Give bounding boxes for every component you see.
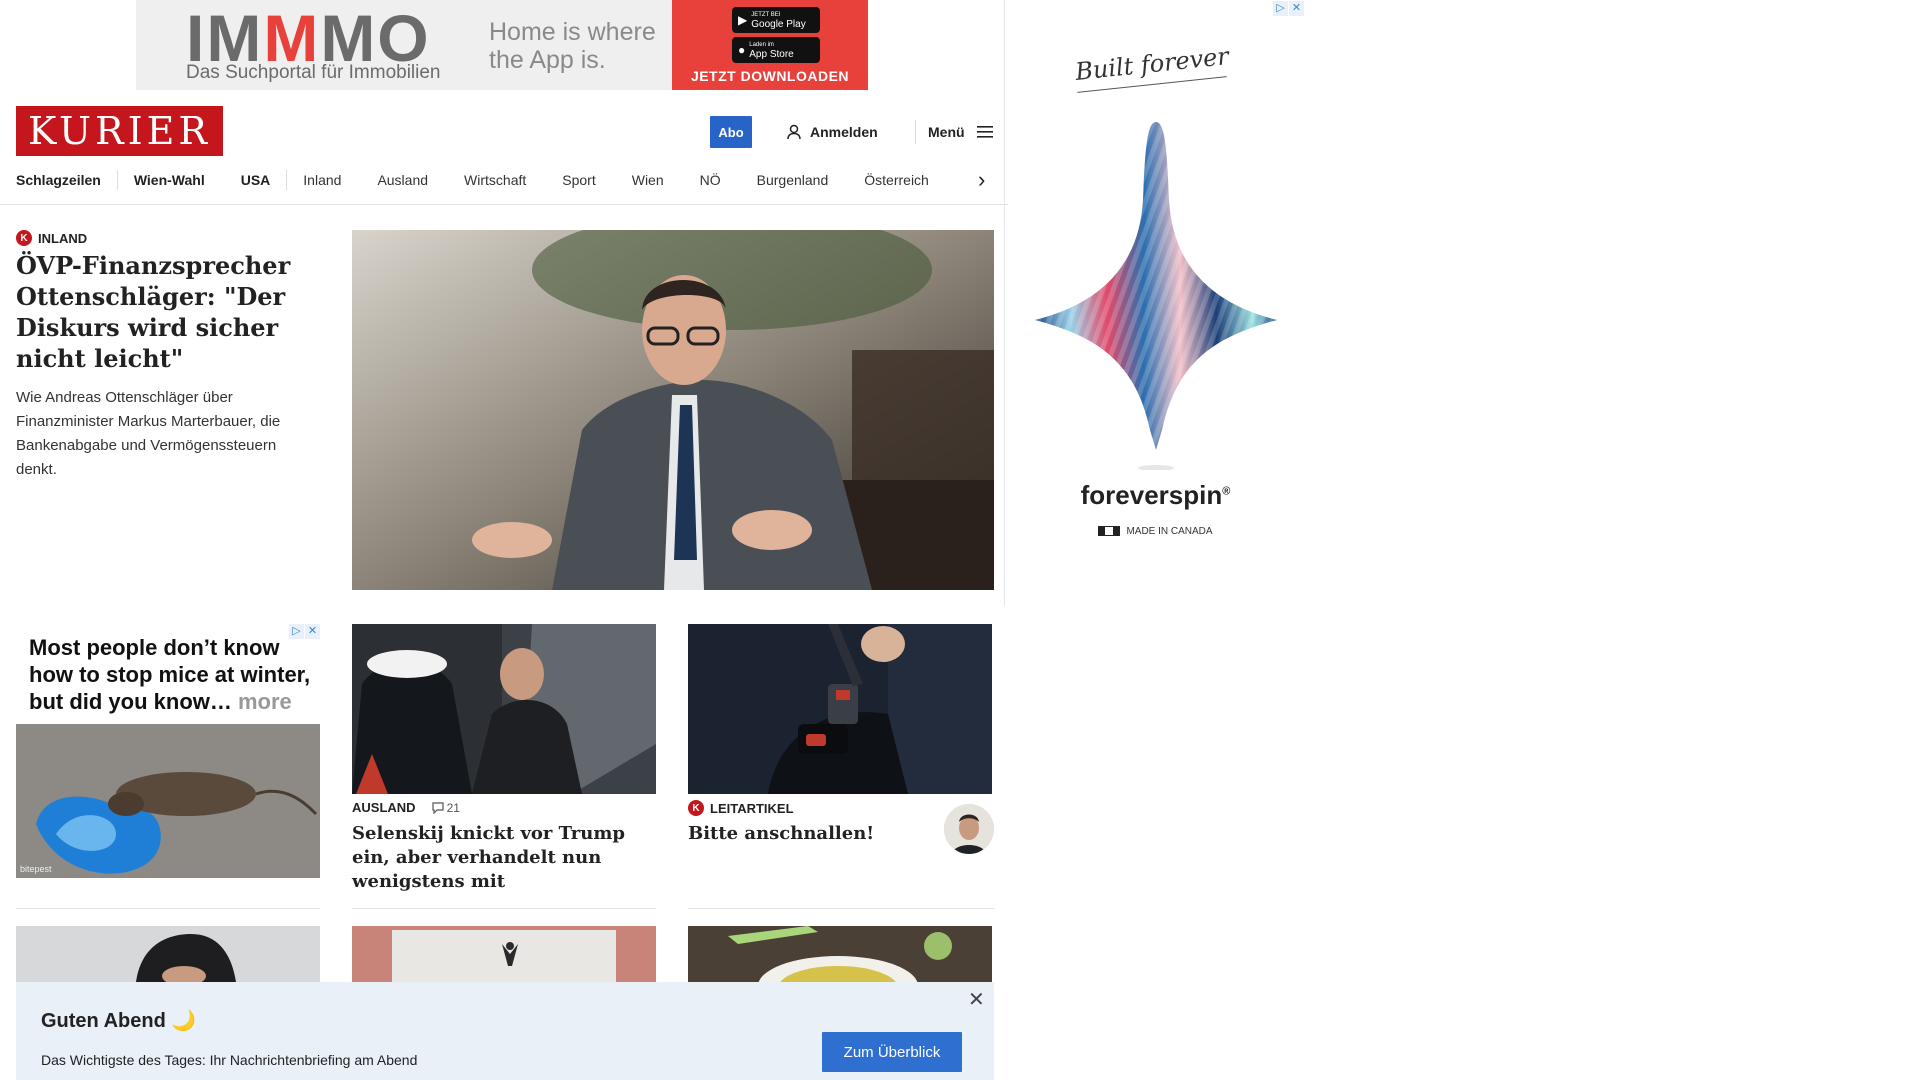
selenskij-photo bbox=[352, 624, 656, 794]
hamburger-icon bbox=[976, 126, 993, 138]
immmo-slogan: Home is where the App is. bbox=[489, 18, 656, 74]
card-kicker-ausland: AUSLAND 21 bbox=[352, 800, 460, 815]
immmo-download-cta[interactable]: JETZT DOWNLOADEN bbox=[672, 68, 868, 84]
row3-photo-1 bbox=[16, 926, 320, 982]
nav-item-ausland[interactable]: Ausland bbox=[377, 172, 428, 188]
nav-item-wien-wahl[interactable]: Wien-Wahl bbox=[134, 172, 205, 188]
header-divider bbox=[915, 120, 916, 144]
seatbelt-photo bbox=[688, 624, 992, 794]
nav-item-wien[interactable]: Wien bbox=[632, 172, 664, 188]
nav-item-schlagzeilen[interactable]: Schlagzeilen bbox=[16, 172, 101, 188]
immmo-download-panel[interactable]: ▶ JETZT BEI Google Play ● Laden im App S… bbox=[672, 0, 868, 90]
card-image-row3-3[interactable] bbox=[688, 926, 992, 982]
apple-icon: ● bbox=[738, 43, 746, 57]
app-store-button[interactable]: ● Laden im App Store bbox=[732, 37, 820, 63]
mice-native-ad[interactable]: ▷ ✕ Most people don’t know how to stop m… bbox=[16, 624, 320, 878]
mouse-photo bbox=[16, 724, 320, 878]
kurier-plus-icon: K bbox=[688, 800, 704, 816]
chevron-right-icon[interactable]: › bbox=[978, 168, 985, 192]
card-headline-leitartikel[interactable]: Bitte anschnallen! bbox=[688, 822, 928, 846]
foreverspin-brand: foreverspin® bbox=[1080, 480, 1231, 510]
nav-divider-line bbox=[0, 204, 1008, 205]
nav-item-inland[interactable]: Inland bbox=[303, 172, 341, 188]
mice-ad-text[interactable]: Most people don’t know how to stop mice … bbox=[29, 634, 319, 715]
nav-divider bbox=[116, 170, 118, 190]
mice-ad-image[interactable]: bitepest bbox=[16, 724, 320, 878]
kurier-logo[interactable]: KURIER bbox=[16, 106, 223, 156]
moon-icon: 🌙 bbox=[171, 1010, 197, 1032]
nav-item-wirtschaft[interactable]: Wirtschaft bbox=[464, 172, 526, 188]
ad-choices[interactable]: ▷ ✕ bbox=[1273, 1, 1304, 16]
lead-headline[interactable]: ÖVP-Finanzsprecher Ottenschläger: "Der D… bbox=[16, 250, 316, 374]
kurier-plus-icon: K bbox=[16, 230, 32, 246]
menu-button[interactable]: Menü bbox=[928, 120, 993, 144]
lead-image[interactable] bbox=[352, 230, 994, 590]
zum-ueberblick-button[interactable]: Zum Überblick bbox=[822, 1032, 962, 1072]
user-icon bbox=[787, 124, 801, 140]
spinning-top-image bbox=[1035, 122, 1277, 470]
row3-photo-3 bbox=[688, 926, 992, 982]
card-image-ausland[interactable] bbox=[352, 624, 656, 794]
nav-item-oesterreich[interactable]: Österreich bbox=[864, 172, 929, 188]
nav-item-noe[interactable]: NÖ bbox=[700, 172, 721, 188]
nav-divider bbox=[286, 170, 288, 190]
card-kicker-leitartikel: K LEITARTIKEL bbox=[688, 800, 794, 816]
canada-flag-icon bbox=[1098, 526, 1121, 537]
row3-photo-2 bbox=[352, 926, 656, 982]
google-play-button[interactable]: ▶ JETZT BEI Google Play bbox=[732, 7, 820, 33]
abo-button[interactable]: Abo bbox=[710, 116, 752, 148]
close-icon[interactable]: ✕ bbox=[968, 990, 985, 1010]
lead-kicker: K INLAND bbox=[16, 230, 87, 246]
google-play-icon: ▶ bbox=[738, 13, 748, 27]
ad-credit: bitepest bbox=[20, 864, 52, 874]
made-in-canada: MADE IN CANADA bbox=[1005, 526, 1306, 537]
nav-item-burgenland[interactable]: Burgenland bbox=[757, 172, 829, 188]
ad-close-icon[interactable]: ✕ bbox=[1289, 1, 1304, 16]
lead-photo bbox=[352, 230, 994, 590]
card-image-row3-2[interactable] bbox=[352, 926, 656, 982]
nav-item-sport[interactable]: Sport bbox=[562, 172, 595, 188]
top-banner-ad[interactable]: IMMMO Das Suchportal für Immobilien Home… bbox=[136, 0, 868, 90]
lead-teaser[interactable]: Wie Andreas Ottenschläger über Finanzmin… bbox=[16, 386, 316, 482]
author-avatar[interactable] bbox=[944, 804, 994, 854]
built-forever-script: Built forever bbox=[1073, 42, 1231, 86]
comment-icon bbox=[431, 801, 444, 814]
row-divider bbox=[352, 908, 656, 909]
row-divider bbox=[16, 908, 320, 909]
comment-count[interactable]: 21 bbox=[431, 801, 460, 815]
briefing-title: Guten Abend 🌙 bbox=[41, 1010, 197, 1032]
section-nav: Schlagzeilen Wien-Wahl USA Inland Auslan… bbox=[16, 168, 996, 192]
card-headline-ausland[interactable]: Selenskij knickt vor Trump ein, aber ver… bbox=[352, 822, 652, 894]
evening-briefing-banner: Guten Abend 🌙 Das Wichtigste des Tages: … bbox=[16, 982, 994, 1080]
login-button[interactable]: Anmelden bbox=[786, 120, 878, 144]
more-link[interactable]: more bbox=[238, 689, 292, 714]
card-image-row3-1[interactable] bbox=[16, 926, 320, 982]
nav-item-usa[interactable]: USA bbox=[241, 172, 271, 188]
briefing-text: Das Wichtigste des Tages: Ihr Nachrichte… bbox=[41, 1052, 418, 1068]
card-image-leitartikel[interactable] bbox=[688, 624, 992, 794]
immmo-tagline: Das Suchportal für Immobilien bbox=[186, 62, 441, 83]
author-photo bbox=[944, 804, 994, 854]
adchoices-icon[interactable]: ▷ bbox=[1273, 1, 1288, 16]
row-divider bbox=[688, 908, 994, 909]
side-skyscraper-ad[interactable]: ▷ ✕ Built forever foreverspin® MADE IN C… bbox=[1004, 0, 1306, 606]
